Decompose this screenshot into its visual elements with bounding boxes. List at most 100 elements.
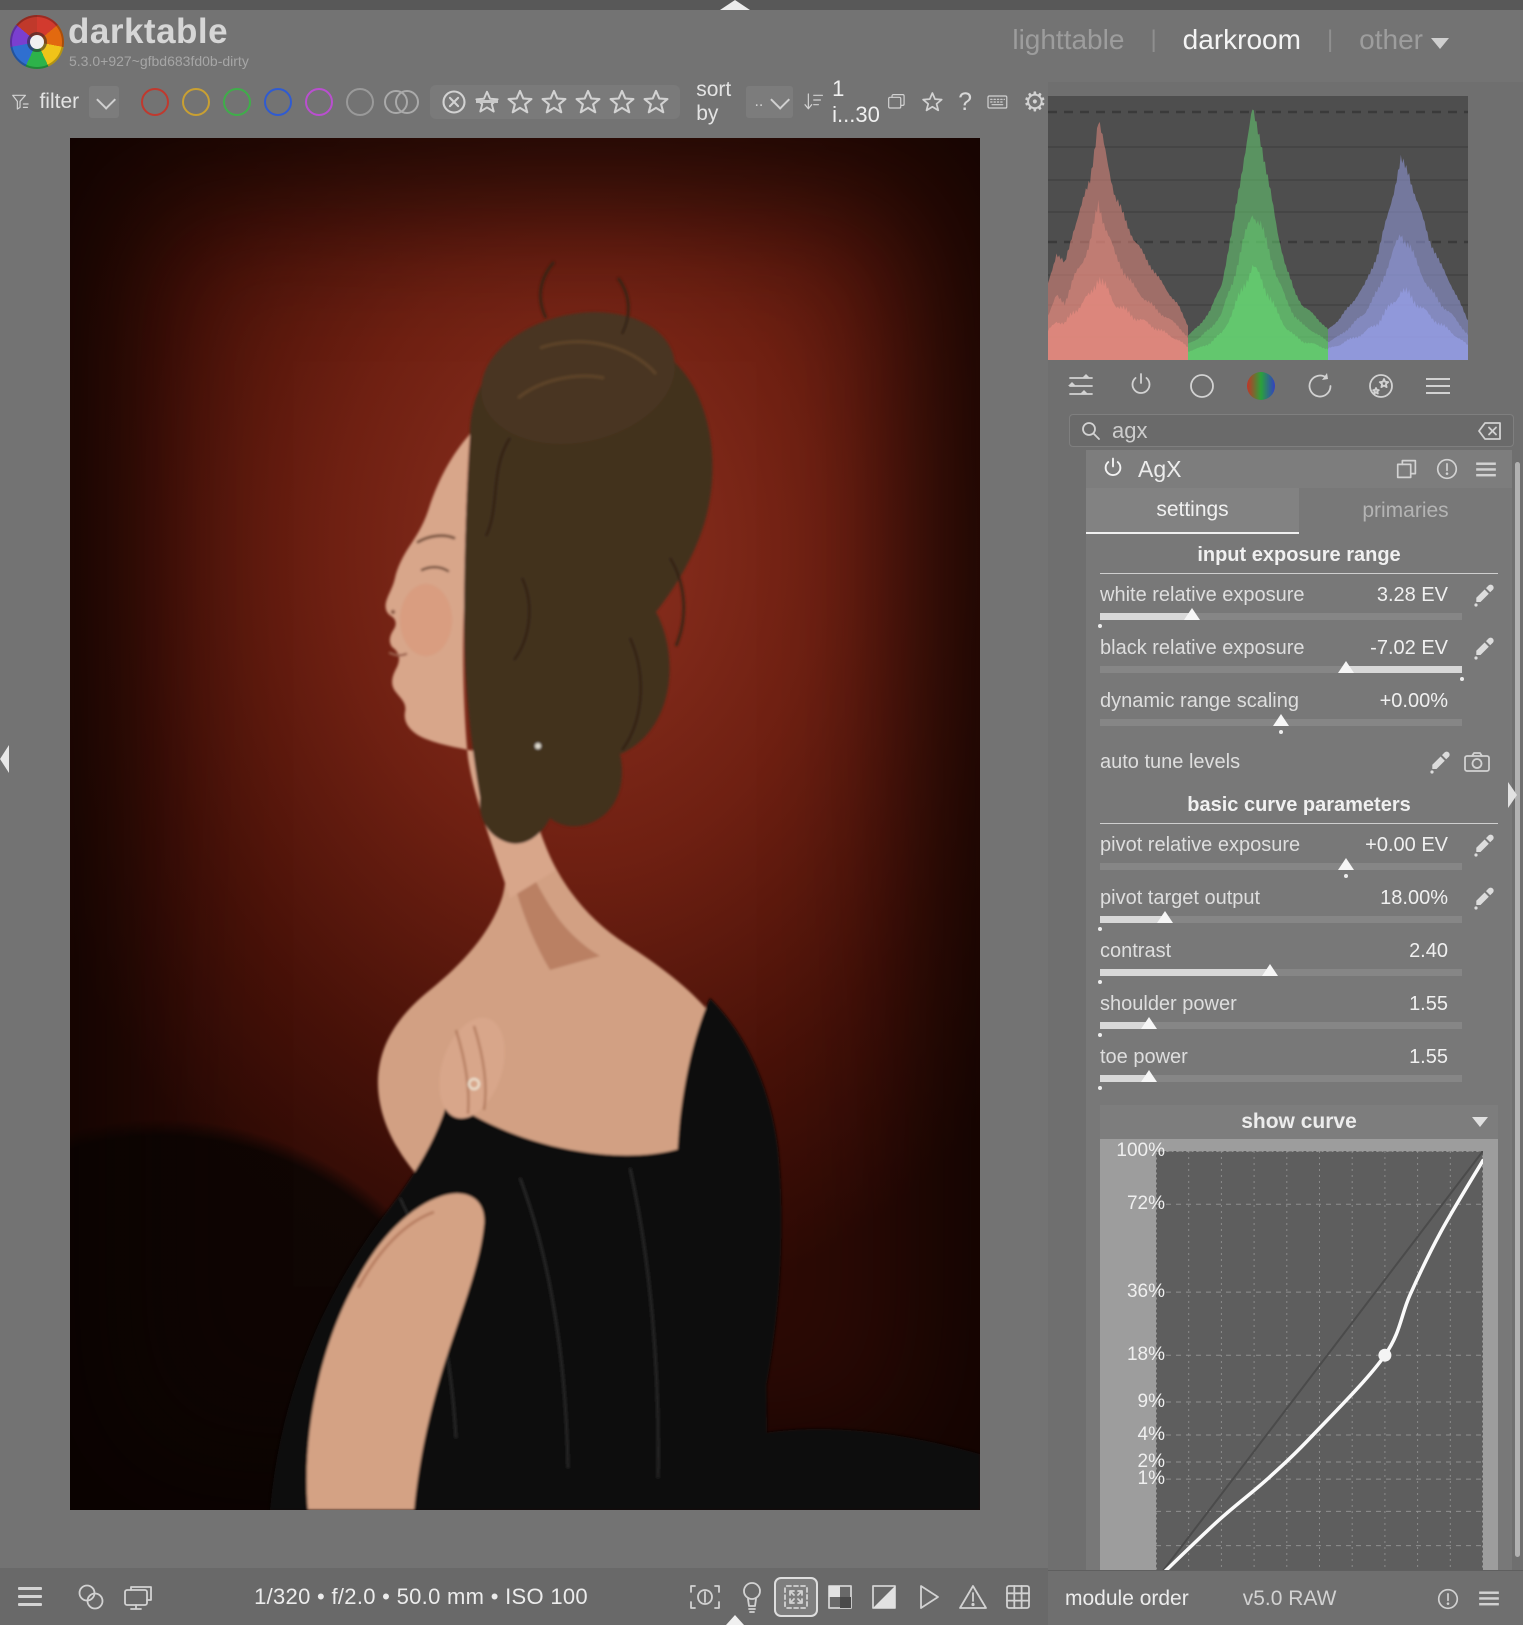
slider-track[interactable] bbox=[1100, 1075, 1462, 1082]
color-label-green[interactable] bbox=[223, 88, 251, 116]
color-label-red[interactable] bbox=[141, 88, 169, 116]
slider-track[interactable] bbox=[1100, 863, 1462, 870]
collapse-top-panel-arrow[interactable] bbox=[720, 0, 750, 10]
tab-other[interactable]: other bbox=[1359, 24, 1423, 56]
image-stack-icon[interactable] bbox=[886, 87, 907, 117]
agx-module-header[interactable]: AgX bbox=[1086, 450, 1512, 488]
color-label-gray[interactable] bbox=[346, 88, 374, 116]
star-3-icon[interactable] bbox=[574, 88, 602, 116]
search-input-value[interactable]: agx bbox=[1112, 418, 1477, 444]
reject-circle-icon[interactable] bbox=[440, 88, 468, 116]
slider-handle[interactable] bbox=[1141, 1017, 1157, 1029]
slider-track[interactable] bbox=[1100, 666, 1462, 673]
auto-tune-camera-icon[interactable] bbox=[1462, 749, 1492, 775]
tab-primaries[interactable]: primaries bbox=[1299, 488, 1512, 534]
iso12646-lamp-icon[interactable] bbox=[737, 1580, 767, 1614]
parameter-slider[interactable]: toe power 1.55 bbox=[1100, 1044, 1498, 1093]
color-label-toggle-icon[interactable] bbox=[384, 90, 408, 114]
clear-search-icon[interactable] bbox=[1477, 421, 1503, 441]
gamut-check-icon[interactable] bbox=[913, 1582, 943, 1612]
module-search-box[interactable]: agx bbox=[1069, 414, 1514, 447]
parameter-slider[interactable]: contrast 2.40 bbox=[1100, 938, 1498, 987]
tone-group-icon[interactable] bbox=[1187, 371, 1217, 401]
slider-default-dot bbox=[1279, 730, 1283, 734]
sort-order-icon[interactable] bbox=[803, 86, 826, 118]
tone-curve-plot[interactable] bbox=[1156, 1151, 1483, 1580]
snapshot-icon[interactable] bbox=[75, 1582, 107, 1612]
tab-settings[interactable]: settings bbox=[1086, 488, 1299, 534]
slider-handle[interactable] bbox=[1184, 608, 1200, 620]
star-4-icon[interactable] bbox=[608, 88, 636, 116]
help-icon[interactable]: ? bbox=[958, 88, 972, 117]
filter-dropdown[interactable] bbox=[89, 86, 119, 118]
collapse-right-panel-arrow[interactable] bbox=[1508, 782, 1517, 808]
effects-group-icon[interactable] bbox=[1366, 371, 1396, 401]
module-reset-icon[interactable] bbox=[1434, 456, 1460, 482]
slider-track[interactable] bbox=[1100, 969, 1462, 976]
slider-handle[interactable] bbox=[1262, 964, 1278, 976]
panel-scrollbar[interactable] bbox=[1515, 462, 1520, 1557]
color-picker-icon[interactable] bbox=[1472, 635, 1498, 661]
zoom-fit-button-active[interactable] bbox=[774, 1577, 818, 1617]
module-power-icon[interactable] bbox=[1100, 456, 1126, 482]
slider-handle[interactable] bbox=[1338, 661, 1354, 673]
slider-label: black relative exposure bbox=[1100, 637, 1305, 660]
color-picker-icon[interactable] bbox=[1472, 582, 1498, 608]
color-label-blue[interactable] bbox=[264, 88, 292, 116]
parameter-slider[interactable]: pivot relative exposure +0.00 EV bbox=[1100, 832, 1498, 881]
slider-track[interactable] bbox=[1100, 1022, 1462, 1029]
second-window-icon[interactable] bbox=[121, 1582, 155, 1612]
parameter-slider[interactable]: dynamic range scaling +0.00% bbox=[1100, 688, 1498, 737]
tab-lighttable[interactable]: lighttable bbox=[1012, 24, 1124, 56]
color-group-icon[interactable] bbox=[1247, 372, 1275, 400]
auto-tune-picker-icon[interactable] bbox=[1428, 749, 1454, 775]
slider-handle[interactable] bbox=[1157, 911, 1173, 923]
base-group-power-icon[interactable] bbox=[1126, 371, 1156, 401]
sort-dropdown[interactable]: .. bbox=[746, 86, 793, 118]
softproof-icon[interactable] bbox=[869, 1582, 899, 1612]
sort-by-label: sort by bbox=[696, 78, 738, 126]
correction-group-icon[interactable] bbox=[1305, 371, 1335, 401]
slider-handle[interactable] bbox=[1338, 858, 1354, 870]
parameter-slider[interactable]: white relative exposure 3.28 EV bbox=[1100, 582, 1498, 631]
multi-instance-icon[interactable] bbox=[1394, 456, 1420, 482]
collapse-left-panel-arrow[interactable] bbox=[0, 745, 9, 773]
color-picker-icon[interactable] bbox=[1472, 885, 1498, 911]
module-order-reset-icon[interactable] bbox=[1435, 1586, 1461, 1612]
color-picker-icon[interactable] bbox=[1472, 832, 1498, 858]
module-order-presets-icon[interactable] bbox=[1479, 1597, 1499, 1599]
image-canvas[interactable] bbox=[70, 138, 980, 1510]
panel-menu-icon[interactable] bbox=[1426, 385, 1450, 388]
star-1-icon[interactable] bbox=[506, 88, 534, 116]
parameter-slider[interactable]: black relative exposure -7.02 EV bbox=[1100, 635, 1498, 684]
slider-track[interactable] bbox=[1100, 613, 1462, 620]
focus-peaking-icon[interactable] bbox=[687, 1581, 723, 1613]
rejected-star-icon[interactable] bbox=[474, 89, 500, 115]
rgb-parade-histogram[interactable] bbox=[1048, 96, 1468, 360]
star-5-icon[interactable] bbox=[642, 88, 670, 116]
module-presets-icon[interactable] bbox=[1476, 468, 1496, 470]
active-modules-icon[interactable] bbox=[1066, 371, 1096, 401]
color-label-yellow[interactable] bbox=[182, 88, 210, 116]
show-curve-header[interactable]: show curve bbox=[1100, 1105, 1498, 1139]
slider-track[interactable] bbox=[1100, 719, 1462, 726]
preferences-gear-icon[interactable]: ⚙ bbox=[1023, 87, 1047, 118]
slider-handle[interactable] bbox=[1273, 714, 1289, 726]
guide-lines-icon[interactable] bbox=[1003, 1582, 1033, 1612]
filter-funnel-icon[interactable] bbox=[10, 86, 31, 118]
parameter-slider[interactable]: shoulder power 1.55 bbox=[1100, 991, 1498, 1040]
views-dropdown-icon[interactable] bbox=[1431, 38, 1449, 49]
slider-handle[interactable] bbox=[1141, 1070, 1157, 1082]
color-label-purple[interactable] bbox=[305, 88, 333, 116]
keyboard-shortcuts-icon[interactable] bbox=[986, 88, 1009, 116]
star-2-icon[interactable] bbox=[540, 88, 568, 116]
group-star-icon[interactable] bbox=[921, 85, 944, 119]
color-assessment-icon[interactable] bbox=[825, 1582, 855, 1612]
tab-darkroom[interactable]: darkroom bbox=[1183, 24, 1301, 56]
bottom-menu-icon[interactable] bbox=[18, 1595, 42, 1598]
overexposure-warning-icon[interactable] bbox=[957, 1582, 989, 1612]
parameter-slider[interactable]: pivot target output 18.00% bbox=[1100, 885, 1498, 934]
module-order-label[interactable]: module order bbox=[1065, 1587, 1189, 1611]
slider-track[interactable] bbox=[1100, 916, 1462, 923]
tone-curve-widget[interactable]: 100%72%36%18%9%4%2%1% -7-503 bbox=[1100, 1139, 1498, 1625]
